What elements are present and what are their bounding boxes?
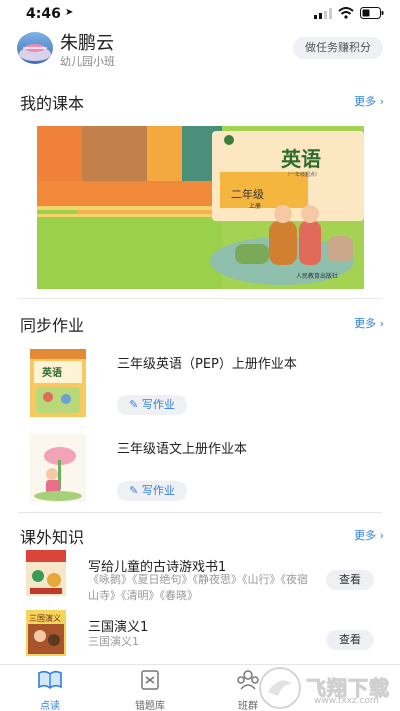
chinese-workbook-thumbnail	[30, 434, 86, 502]
extracurricular-item[interactable]: 写给儿童的古诗游戏书1 《咏鹅》《夏日绝句》《静夜思》《山行》《夜宿山寺》《清明…	[0, 548, 400, 604]
more-label: 更多	[354, 529, 377, 542]
status-bar: 4:46 ➤	[0, 0, 400, 24]
tab-label: 错题库	[135, 701, 165, 711]
write-homework-button[interactable]: ✎ 写作业	[117, 395, 187, 415]
view-button[interactable]: 查看	[326, 570, 374, 590]
watermark-url: www.fxxz.com	[314, 696, 379, 706]
poetry-book-cover	[26, 550, 66, 596]
location-arrow-icon: ➤	[65, 7, 74, 18]
extracurricular-description: 三国演义1	[88, 635, 139, 648]
homework-more-link[interactable]: 更多 ›	[354, 315, 384, 331]
write-homework-button[interactable]: ✎ 写作业	[117, 481, 187, 501]
chevron-right-icon: ›	[379, 317, 384, 330]
extracurricular-description: 《咏鹅》《夏日绝句》《静夜思》《山行》《夜宿山寺》《清明》《春晓》	[88, 573, 308, 602]
book-thumb-label: 三国演义	[29, 613, 61, 623]
chevron-right-icon: ›	[379, 95, 384, 108]
extracurricular-more-link[interactable]: 更多 ›	[354, 527, 384, 543]
watermark-logo-icon	[259, 667, 301, 709]
chinese-workbook-cover	[30, 434, 86, 502]
book-read-icon	[38, 670, 62, 690]
user-class: 幼儿园小班	[60, 55, 115, 68]
signal-icon	[314, 7, 332, 19]
profile-header: 朱鹏云 幼儿园小班 做任务赚积分	[0, 26, 400, 70]
mistake-book-icon	[141, 670, 159, 690]
workbook-thumb-label: 英语	[41, 366, 62, 379]
tab-read[interactable]: 点读	[10, 669, 90, 711]
section-title-textbooks: 我的课本	[20, 94, 85, 113]
extracurricular-item[interactable]: 三国演义 三国演义1 三国演义1 查看	[0, 608, 400, 660]
earn-points-button[interactable]: 做任务赚积分	[293, 37, 383, 59]
avatar[interactable]	[17, 32, 53, 64]
homework-item[interactable]: 三年级语文上册作业本 ✎ 写作业	[0, 430, 400, 510]
english-workbook-cover: 英语	[30, 349, 86, 417]
tab-label: 点读	[40, 701, 60, 711]
cover-edition: （一年级起点）	[285, 171, 320, 178]
pencil-icon: ✎	[129, 484, 142, 497]
status-icons	[314, 7, 384, 19]
textbooks-more-link[interactable]: 更多 ›	[354, 93, 384, 109]
status-time: 4:46	[26, 6, 61, 22]
cover-volume: 上册	[249, 202, 261, 210]
wifi-icon	[338, 7, 354, 19]
poetry-book-thumbnail	[26, 550, 66, 596]
avatar-image	[17, 32, 53, 64]
extracurricular-title: 三国演义1	[88, 620, 149, 635]
pencil-icon: ✎	[129, 398, 142, 411]
homework-title: 三年级英语（PEP）上册作业本	[117, 357, 297, 372]
watermark: 飞翔下载 www.fxxz.com	[254, 664, 394, 711]
view-button[interactable]: 查看	[326, 630, 374, 650]
more-label: 更多	[354, 317, 377, 330]
user-name: 朱鹏云	[60, 33, 114, 54]
divider	[18, 512, 382, 513]
battery-icon	[360, 7, 384, 19]
section-title-extracurricular: 课外知识	[20, 528, 85, 547]
three-kingdoms-thumbnail: 三国演义	[26, 610, 66, 656]
homework-item[interactable]: 英语 三年级英语（PEP）上册作业本 ✎ 写作业	[0, 345, 400, 425]
three-kingdoms-cover: 三国演义	[26, 610, 66, 656]
chevron-right-icon: ›	[379, 529, 384, 542]
textbook-cover-art: 英语 （一年级起点） 二年级 上册 人民教育出版社	[37, 126, 364, 289]
write-homework-label: 写作业	[141, 484, 175, 497]
tab-mistakes[interactable]: 错题库	[110, 669, 190, 711]
cover-publisher: 人民教育出版社	[296, 272, 338, 280]
divider	[18, 298, 382, 299]
homework-title: 三年级语文上册作业本	[117, 442, 248, 457]
cover-subject: 英语	[281, 147, 321, 171]
write-homework-label: 写作业	[141, 398, 175, 411]
english-workbook-thumbnail: 英语	[30, 349, 86, 417]
cover-grade: 二年级	[231, 187, 264, 201]
section-title-homework: 同步作业	[20, 316, 85, 335]
more-label: 更多	[354, 95, 377, 108]
textbook-cover[interactable]: 英语 （一年级起点） 二年级 上册 人民教育出版社	[37, 126, 364, 289]
